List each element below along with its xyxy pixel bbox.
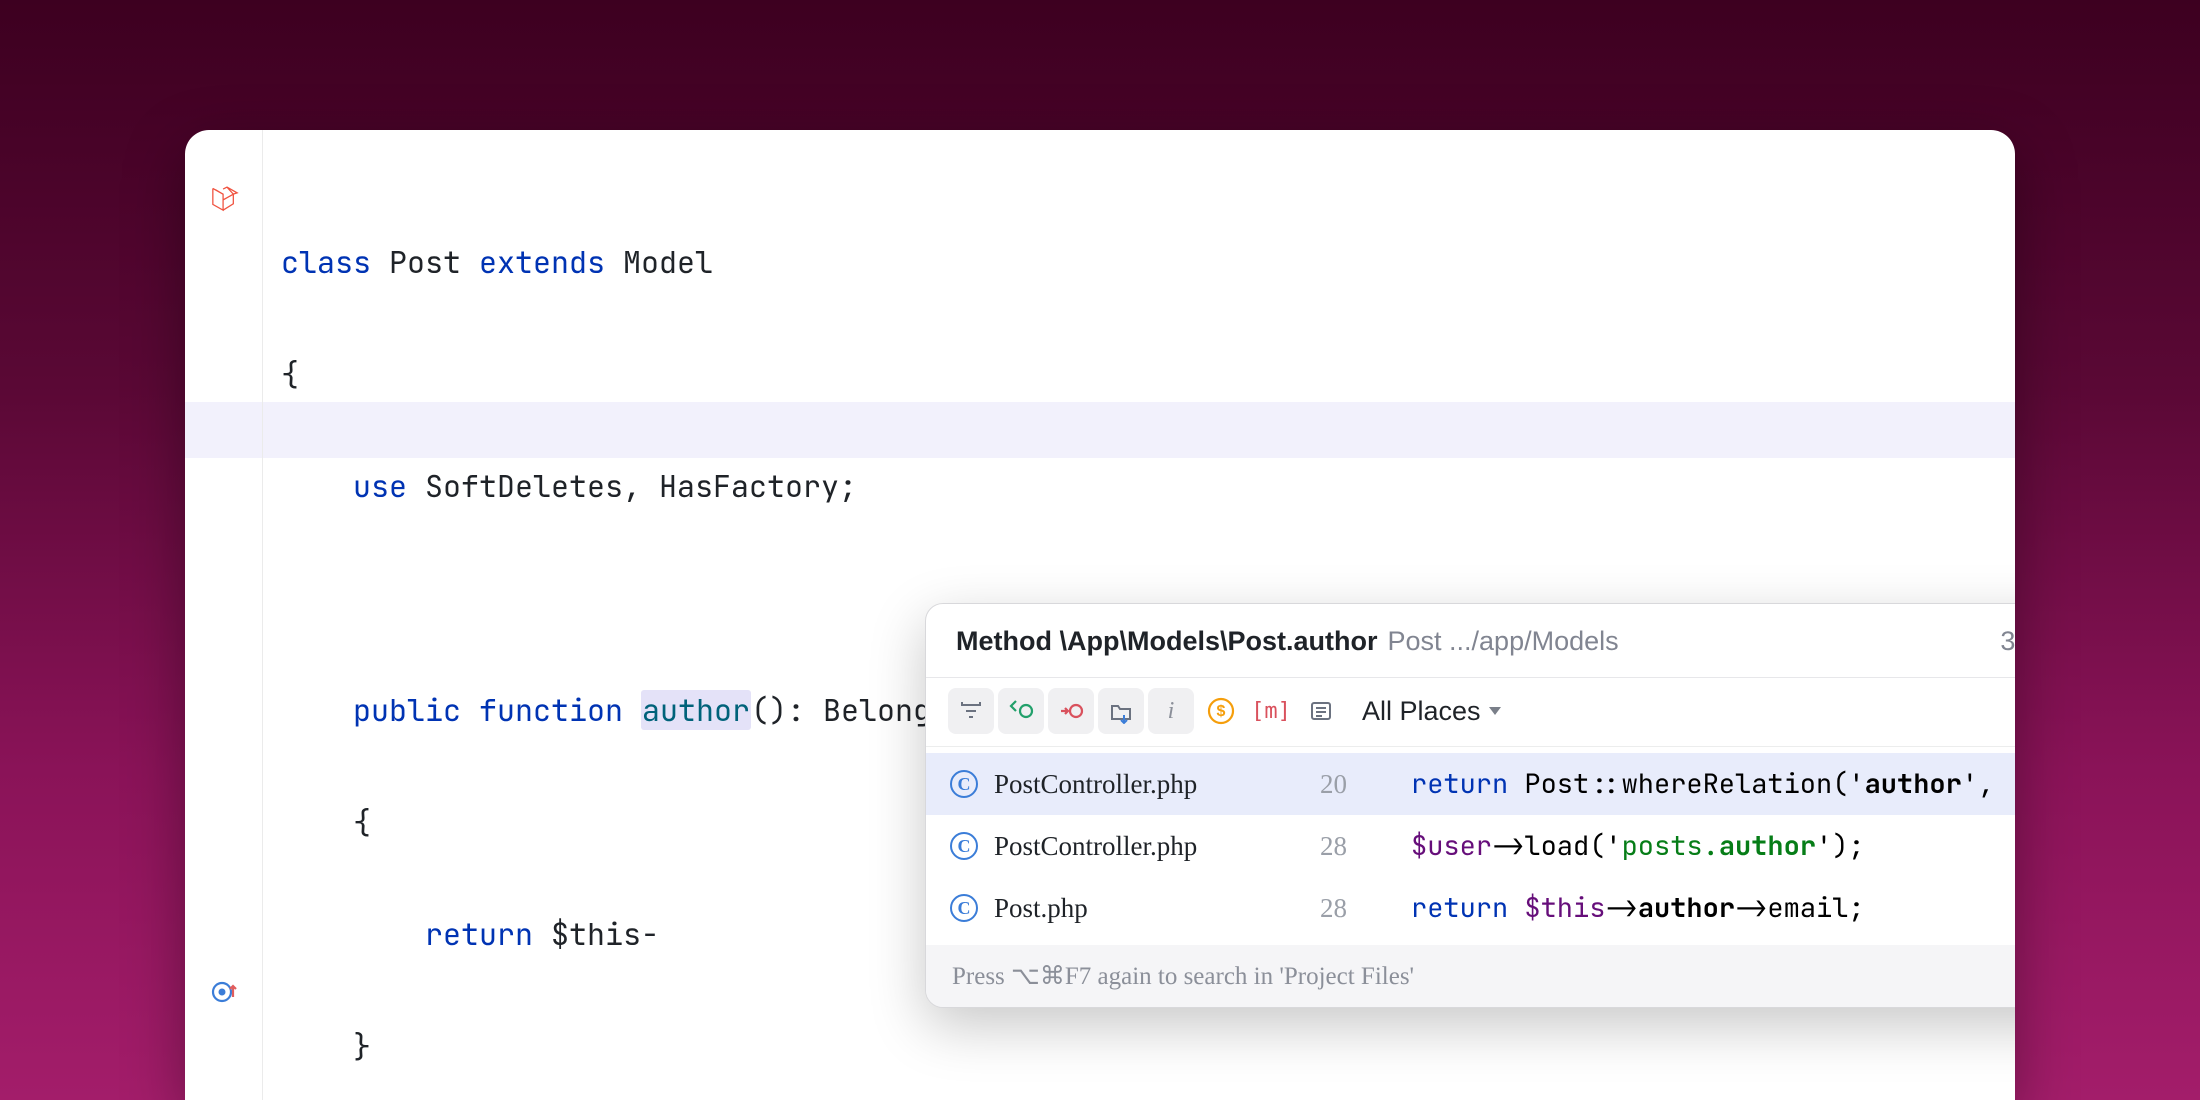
- usage-list: C PostController.php 20 return Post::whe…: [926, 747, 2015, 945]
- filter-cost-icon[interactable]: $: [1198, 688, 1244, 734]
- filter-file-icon[interactable]: [1098, 688, 1144, 734]
- filter-info-icon[interactable]: i: [1148, 688, 1194, 734]
- class-name: Post: [389, 242, 461, 282]
- gutter: [185, 130, 263, 1100]
- chevron-down-icon: [1489, 707, 1501, 715]
- find-usages-popup: Method \App\Models\Post.author Post .../…: [925, 603, 2015, 1008]
- filter-import-icon[interactable]: [1048, 688, 1094, 734]
- keyword-extends: extends: [479, 242, 605, 282]
- usage-snippet: return $this->author->email;: [1411, 887, 1865, 929]
- brace: {: [353, 802, 371, 842]
- filter-read-icon[interactable]: [948, 688, 994, 734]
- usage-line: 28: [1295, 887, 1347, 929]
- method-author[interactable]: author: [641, 690, 751, 730]
- usage-count: 3 usages: [2000, 626, 2015, 657]
- popup-subtitle: Post .../app/Models: [1388, 626, 1619, 657]
- usage-snippet: return Post::whereRelation('author', 'id…: [1411, 763, 2015, 805]
- usage-file: PostController.php: [994, 763, 1279, 805]
- keyword-public: public: [353, 690, 461, 730]
- usage-snippet: $user->load('posts.author');: [1411, 825, 1865, 867]
- laravel-icon: [209, 182, 241, 214]
- popup-title: Method \App\Models\Post.author: [956, 626, 1378, 657]
- keyword-function: function: [479, 690, 623, 730]
- popup-footer-hint: Press ⌥⌘F7 again to search in 'Project F…: [926, 945, 2015, 1007]
- usage-line: 20: [1295, 763, 1347, 805]
- class-file-icon: C: [950, 894, 978, 922]
- filter-match-icon[interactable]: [m]: [1248, 688, 1294, 734]
- usage-file: Post.php: [994, 887, 1279, 929]
- class-file-icon: C: [950, 770, 978, 798]
- keyword-use: use: [353, 466, 407, 506]
- popup-header: Method \App\Models\Post.author Post .../…: [926, 604, 2015, 678]
- usage-row[interactable]: C Post.php 28 return $this->author->emai…: [926, 877, 2015, 939]
- usage-row[interactable]: C PostController.php 28 $user->load('pos…: [926, 815, 2015, 877]
- traits: SoftDeletes, HasFactory;: [425, 466, 857, 506]
- editor-window: class Post extends Model { use SoftDelet…: [185, 130, 2015, 1100]
- filter-preview-icon[interactable]: [1298, 688, 1344, 734]
- usage-line: 28: [1295, 825, 1347, 867]
- base-class: Model: [623, 242, 713, 282]
- usage-row[interactable]: C PostController.php 20 return Post::whe…: [926, 753, 2015, 815]
- keyword-class: class: [281, 242, 371, 282]
- svg-text:$: $: [1217, 703, 1226, 720]
- popup-toolbar: i $ [m] All Places Usages: [926, 678, 2015, 747]
- class-file-icon: C: [950, 832, 978, 860]
- scope-dropdown[interactable]: All Places: [1362, 696, 1501, 727]
- usage-file: PostController.php: [994, 825, 1279, 867]
- return-expr: $this-: [533, 914, 659, 954]
- filter-write-icon[interactable]: [998, 688, 1044, 734]
- brace: }: [353, 1026, 371, 1066]
- keyword-return: return: [425, 914, 533, 954]
- override-up-icon[interactable]: [209, 976, 241, 1008]
- brace: {: [281, 354, 299, 394]
